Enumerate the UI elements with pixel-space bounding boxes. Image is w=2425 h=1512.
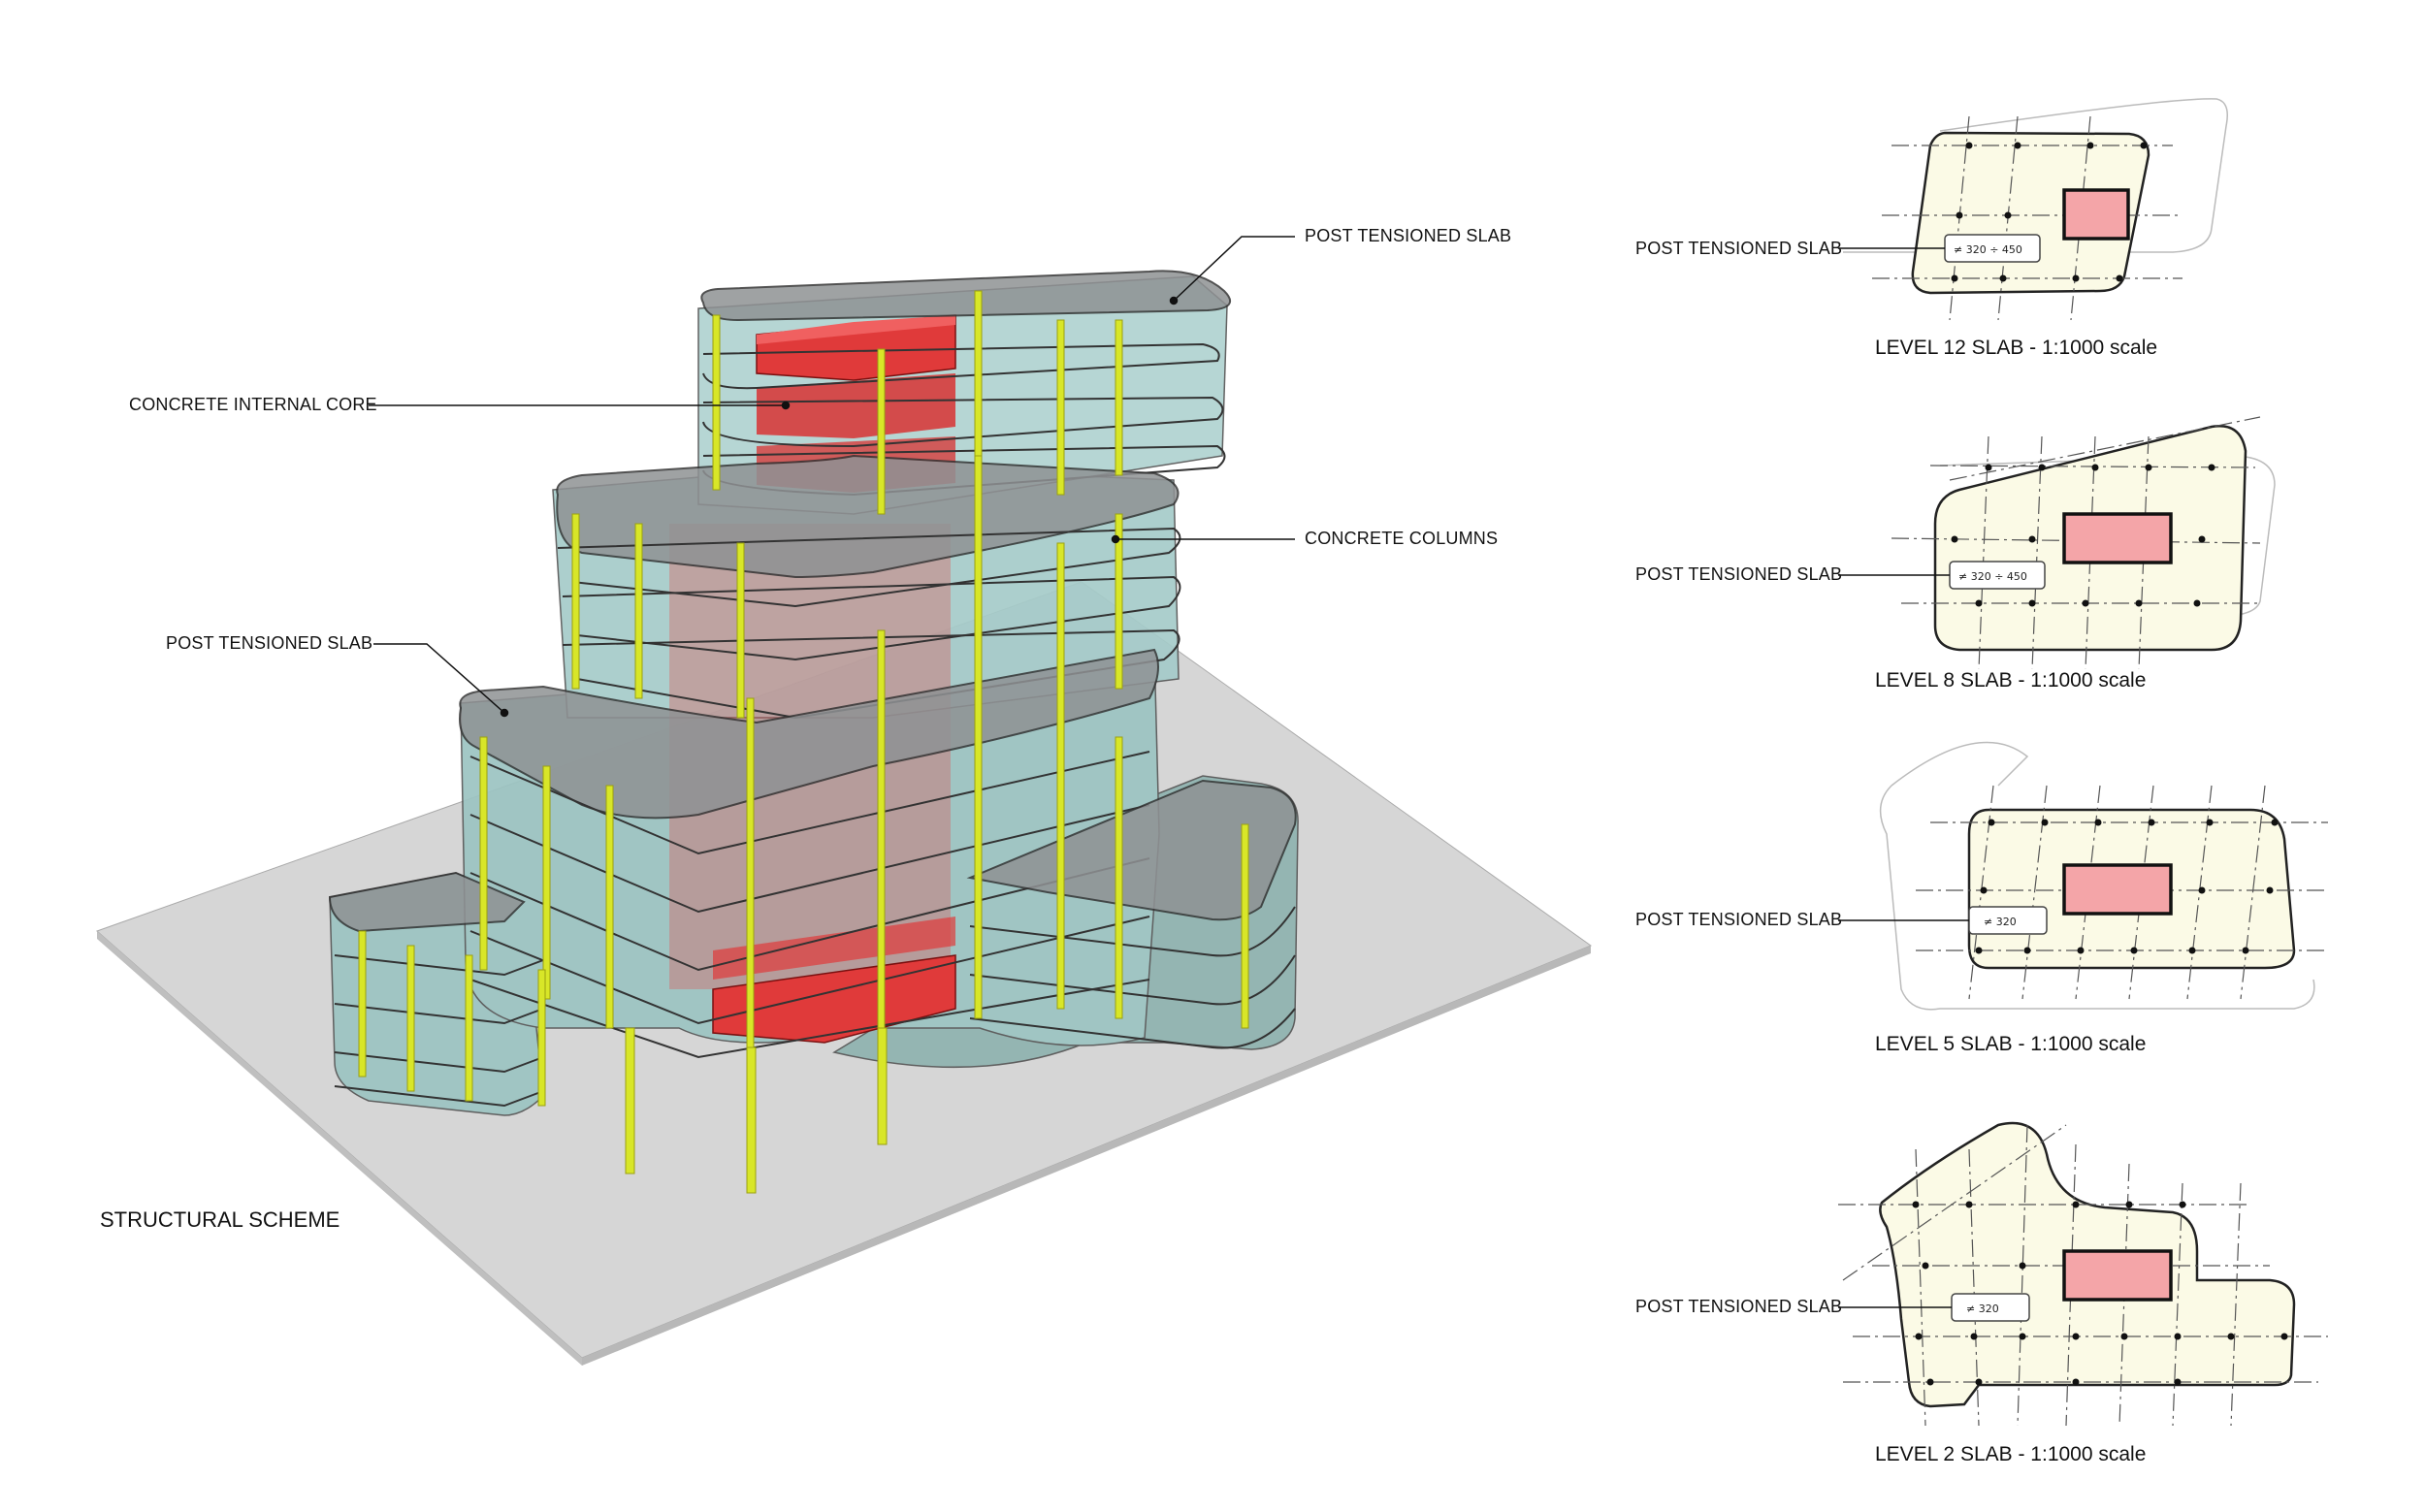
plan-level-12 <box>1838 98 2228 321</box>
structural-scheme-title: STRUCTURAL SCHEME <box>100 1207 340 1232</box>
callout-post-tensioned-slab-mid: POST TENSIONED SLAB <box>166 633 373 653</box>
plan-5-callout: POST TENSIONED SLAB <box>1635 910 1843 929</box>
plan-2-callout: POST TENSIONED SLAB <box>1635 1297 1843 1316</box>
plan-12-thickness: ≠ 320 ÷ 450 <box>1954 243 2022 256</box>
callout-post-tensioned-slab-top: POST TENSIONED SLAB <box>1305 226 1512 245</box>
plan-5-thickness: ≠ 320 <box>1984 916 2017 928</box>
plan-8-thickness: ≠ 320 ÷ 450 <box>1958 570 2027 583</box>
callout-concrete-internal-core: CONCRETE INTERNAL CORE <box>129 395 377 414</box>
isometric-building-drawing: ≠ 320 ÷ 450 ≠ 320 ÷ 450 ≠ 320 ≠ 320 <box>96 98 2328 1427</box>
plan-2-caption: LEVEL 2 SLAB - 1:1000 scale <box>1875 1443 2147 1465</box>
plan-8-caption: LEVEL 8 SLAB - 1:1000 scale <box>1875 669 2147 692</box>
plan-5-caption: LEVEL 5 SLAB - 1:1000 scale <box>1875 1033 2147 1055</box>
callout-concrete-columns: CONCRETE COLUMNS <box>1305 529 1499 548</box>
plan-8-callout: POST TENSIONED SLAB <box>1635 564 1843 584</box>
plan-12-callout: POST TENSIONED SLAB <box>1635 239 1843 258</box>
plan-2-thickness: ≠ 320 <box>1966 1303 1999 1315</box>
plan-level-5 <box>1838 741 2328 1011</box>
structural-diagram: ≠ 320 ÷ 450 ≠ 320 ÷ 450 ≠ 320 ≠ 320 POST… <box>0 0 2425 1512</box>
plan-level-8 <box>1838 416 2276 670</box>
plan-level-2 <box>1838 1121 2328 1427</box>
plan-12-caption: LEVEL 12 SLAB - 1:1000 scale <box>1875 337 2158 359</box>
